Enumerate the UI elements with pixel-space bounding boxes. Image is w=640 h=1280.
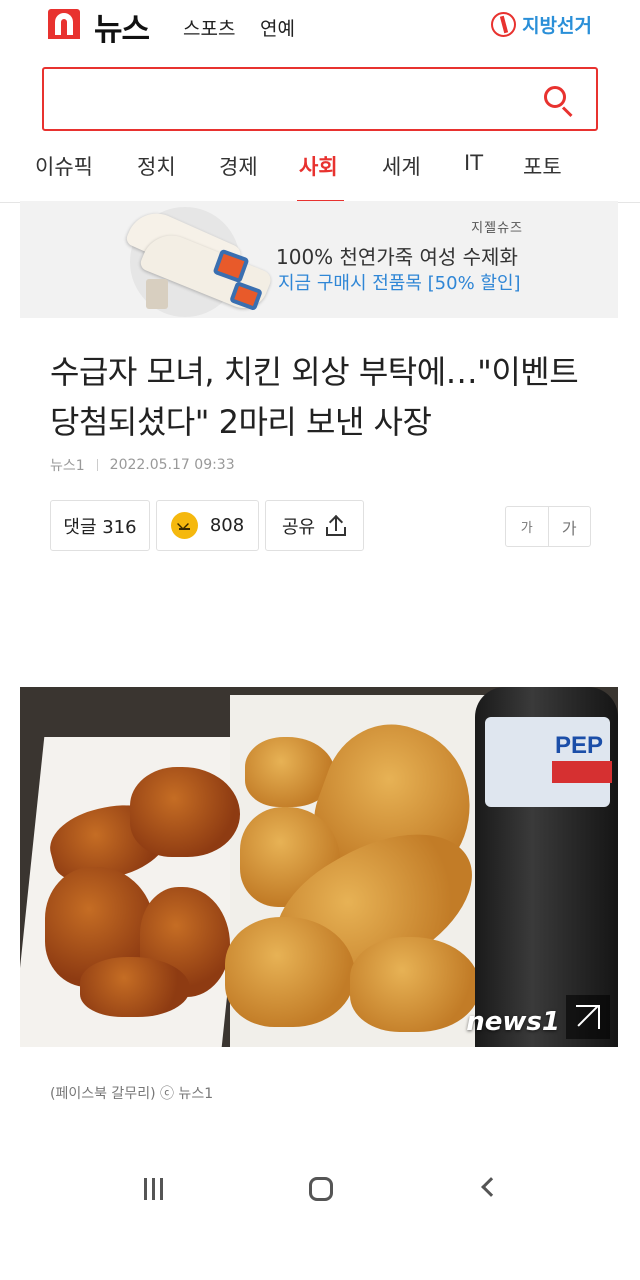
ad-subtitle: 지금 구매시 전품목 [50% 할인] [278, 273, 521, 294]
news-logo-icon[interactable] [48, 9, 80, 39]
share-button[interactable]: 공유 [265, 500, 364, 551]
article-meta: 뉴스1 2022.05.17 09:33 [50, 455, 235, 475]
nav-entertainment[interactable]: 연예 [260, 14, 295, 41]
photo-watermark: news1 [466, 1007, 560, 1037]
share-label: 공유 [281, 516, 316, 538]
system-navigation-bar [0, 1150, 640, 1230]
app-header: 뉴스 스포츠 연예 지방선거 [0, 0, 640, 56]
tab-it[interactable]: IT [464, 151, 483, 175]
nav-sports[interactable]: 스포츠 [183, 14, 235, 41]
font-smaller-button[interactable]: 가 [506, 507, 549, 546]
like-count: 808 [209, 515, 245, 536]
election-label: 지방선거 [522, 15, 592, 37]
ad-title: 100% 천연가죽 여성 수제화 [276, 245, 518, 269]
share-icon [325, 514, 347, 537]
comment-label: 댓글 316 [63, 516, 137, 538]
tab-society[interactable]: 사회 [299, 151, 338, 181]
back-icon[interactable] [481, 1177, 501, 1197]
category-tabs: 이슈픽 정치 경제 사회 세계 IT 포토 [0, 145, 640, 203]
tab-photo[interactable]: 포토 [523, 151, 562, 181]
tab-politics[interactable]: 정치 [137, 151, 176, 181]
tab-issue-pick[interactable]: 이슈픽 [35, 151, 93, 181]
font-size-control: 가 가 [505, 506, 591, 547]
article-headline: 수급자 모녀, 치킨 외상 부탁에…"이벤트 당첨되셨다" 2마리 보낸 사장 [50, 353, 579, 441]
recent-apps-icon[interactable] [142, 1178, 166, 1200]
comment-button[interactable]: 댓글 316 [50, 500, 150, 551]
home-icon[interactable] [309, 1177, 333, 1201]
brand-title[interactable]: 뉴스 [94, 4, 150, 49]
ballot-stamp-icon [491, 12, 517, 37]
article-datetime: 2022.05.17 09:33 [109, 457, 235, 473]
font-larger-button[interactable]: 가 [549, 507, 591, 546]
search-input[interactable] [42, 67, 598, 131]
ad-banner[interactable]: 지젤슈즈 100% 천연가죽 여성 수제화 지금 구매시 전품목 [50% 할인… [20, 201, 618, 318]
article-source: 뉴스1 [50, 458, 85, 474]
divider [96, 459, 98, 471]
expand-icon[interactable] [566, 995, 610, 1039]
election-link[interactable]: 지방선거 [491, 11, 592, 38]
like-button[interactable]: 808 [156, 500, 259, 551]
like-face-icon [170, 512, 198, 539]
tab-world[interactable]: 세계 [382, 151, 421, 181]
tab-economy[interactable]: 경제 [219, 151, 258, 181]
search-icon[interactable] [542, 84, 574, 118]
ad-brand: 지젤슈즈 [471, 221, 523, 236]
photo-caption: (페이스북 갈무리) ⓒ 뉴스1 [50, 1086, 214, 1102]
article-photo[interactable]: PEP news1 [20, 687, 618, 1047]
